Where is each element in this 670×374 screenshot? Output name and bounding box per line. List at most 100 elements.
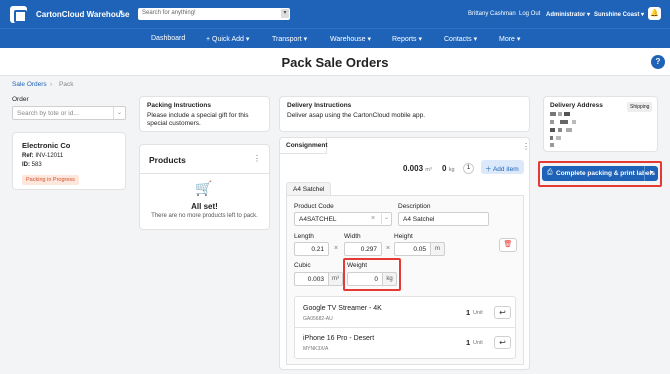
- cubic-label: Cubic: [294, 262, 311, 269]
- item-unit: Unit: [473, 310, 483, 316]
- order-card[interactable]: Electronic Co Ref: INV-12011 ID: 583 Pac…: [12, 132, 126, 190]
- nav-quick-add-label: + Quick Add: [206, 36, 244, 43]
- search-dropdown-button[interactable]: ▾: [281, 9, 289, 18]
- item-name: iPhone 16 Pro - Desert: [303, 335, 375, 342]
- delivery-address-card: Delivery Address Shipping: [543, 96, 658, 152]
- width-input[interactable]: 0.297: [344, 242, 382, 256]
- item-name: Google TV Streamer - 4K: [303, 305, 382, 312]
- app-switcher[interactable]: CartonCloud Warehouse: [36, 10, 129, 19]
- role-menu[interactable]: Administrator ▾: [546, 11, 590, 18]
- length-value: 0.21: [311, 246, 324, 253]
- order-ref-label: Ref:: [22, 153, 34, 159]
- tab-package-a4-satchel[interactable]: A4 Satchel: [286, 182, 331, 195]
- order-ref-value: INV-12011: [35, 153, 64, 159]
- multiply-icon: ×: [334, 245, 339, 252]
- role-label: Administrator: [546, 12, 586, 18]
- nav-warehouse-label: Warehouse: [330, 36, 366, 43]
- products-card: Products ⋮ 🛒 All set! There are no more …: [139, 144, 270, 230]
- package-items-list: Google TV Streamer - 4K GA05682-AU 1 Uni…: [294, 296, 516, 359]
- status-badge: Packing in Progress: [22, 175, 79, 185]
- nav-dashboard[interactable]: Dashboard: [151, 35, 185, 42]
- height-value: 0.05: [413, 246, 426, 253]
- tab-consignment[interactable]: Consignment: [280, 138, 328, 154]
- delivery-address-title: Delivery Address: [550, 102, 603, 109]
- delete-package-trash-icon[interactable]: 🗑: [499, 238, 517, 252]
- nav-quick-add[interactable]: + Quick Add ▾: [206, 35, 249, 43]
- list-item: Google TV Streamer - 4K GA05682-AU 1 Uni…: [295, 297, 515, 327]
- product-code-select[interactable]: A4SATCHEL × ⌄: [294, 212, 392, 226]
- kebab-menu-icon[interactable]: ⋮: [253, 154, 261, 163]
- return-item-button[interactable]: ↩: [494, 306, 511, 319]
- kebab-menu-icon[interactable]: ⋮: [522, 142, 530, 151]
- products-title: Products: [149, 155, 186, 165]
- width-value: 0.297: [360, 246, 377, 253]
- main-nav: Dashboard + Quick Add ▾ Transport ▾ Ware…: [0, 28, 670, 48]
- order-ref: Ref: INV-12011: [22, 153, 63, 159]
- empty-text: There are no more products left to pack.: [151, 213, 258, 219]
- shipping-badge: Shipping: [627, 102, 653, 112]
- clear-icon[interactable]: ×: [371, 215, 375, 222]
- global-search-input[interactable]: Search for anything! ▾: [138, 8, 290, 20]
- location-menu[interactable]: Sunshine Coast ▾: [594, 11, 644, 18]
- cubic-total-value: 0.003: [403, 164, 424, 173]
- cubic-input[interactable]: 0.003: [294, 272, 329, 286]
- add-item-button[interactable]: ＋ Add item: [481, 160, 524, 174]
- length-label: Length: [294, 233, 314, 240]
- chevron-down-icon[interactable]: ▼: [118, 10, 124, 16]
- order-search-input[interactable]: Search by tote or id... ⌄: [12, 106, 126, 120]
- package-count-badge: 1: [463, 163, 474, 174]
- empty-title: All set!: [191, 202, 218, 211]
- item-qty: 1: [466, 338, 471, 347]
- weight-total-value: 0: [442, 164, 447, 173]
- description-value: A4 Satchel: [403, 216, 435, 223]
- redacted-address-image: [550, 112, 576, 147]
- nav-contacts[interactable]: Contacts ▾: [444, 35, 477, 43]
- delivery-instructions-text: Deliver asap using the CartonCloud mobil…: [287, 112, 426, 119]
- order-id: ID: 583: [22, 162, 42, 168]
- complete-packing-button[interactable]: ⎙ Complete packing & print labels ▾: [542, 166, 658, 181]
- nav-transport[interactable]: Transport ▾: [272, 35, 307, 43]
- user-name[interactable]: Brittany Cashman: [468, 11, 516, 17]
- item-unit: Unit: [473, 340, 483, 346]
- order-id-value: 583: [31, 162, 42, 168]
- consignment-weight-total: 0 kg: [442, 164, 455, 173]
- order-customer: Electronic Co: [22, 141, 71, 150]
- packing-instructions-card: Packing Instructions Please include a sp…: [139, 96, 270, 132]
- nav-reports[interactable]: Reports ▾: [392, 35, 422, 43]
- chevron-down-icon[interactable]: ⌄: [381, 214, 389, 224]
- product-code-label: Product Code: [294, 203, 334, 210]
- nav-more[interactable]: More ▾: [499, 35, 520, 43]
- return-item-button[interactable]: ↩: [494, 336, 511, 349]
- trolley-icon: 🛒: [195, 180, 213, 196]
- description-label: Description: [398, 203, 431, 210]
- delivery-instructions-card: Delivery Instructions Deliver asap using…: [279, 96, 530, 132]
- logout-link[interactable]: Log Out: [519, 11, 540, 17]
- nav-contacts-label: Contacts: [444, 36, 472, 43]
- nav-more-label: More: [499, 36, 515, 43]
- breadcrumb-separator-icon: ›: [50, 81, 53, 88]
- breadcrumb-sale-orders[interactable]: Sale Orders: [12, 81, 47, 88]
- consignment-cubic-total: 0.003 m³: [403, 164, 432, 173]
- page-title: Pack Sale Orders: [281, 55, 389, 70]
- length-input[interactable]: 0.21: [294, 242, 329, 256]
- description-input[interactable]: A4 Satchel: [398, 212, 489, 226]
- list-item: iPhone 16 Pro - Desert MYNK3X/A 1 Unit ↩: [295, 328, 515, 358]
- item-sku: MYNK3X/A: [303, 346, 329, 352]
- logo[interactable]: [10, 6, 27, 23]
- packing-instructions-text: Please include a special gift for this s…: [147, 112, 249, 127]
- height-input[interactable]: 0.05: [394, 242, 431, 256]
- printer-icon: ⎙: [547, 169, 553, 176]
- chevron-down-icon[interactable]: ▾: [644, 166, 658, 181]
- packing-instructions-title: Packing Instructions: [147, 102, 211, 109]
- nav-warehouse[interactable]: Warehouse ▾: [330, 35, 371, 43]
- consignment-card: Consignment ⋮ 0.003 m³ 0 kg 1 ＋ Add item…: [279, 137, 530, 370]
- weight-highlight: [343, 258, 401, 291]
- product-code-value: A4SATCHEL: [299, 216, 337, 223]
- weight-total-unit: kg: [448, 167, 455, 173]
- notifications-bell-icon[interactable]: 🔔: [648, 7, 661, 20]
- item-sku: GA05682-AU: [303, 316, 333, 322]
- dimension-unit: m: [431, 242, 445, 256]
- chevron-down-icon[interactable]: ⌄: [113, 107, 125, 119]
- help-icon[interactable]: ?: [651, 55, 665, 69]
- delivery-instructions-title: Delivery Instructions: [287, 102, 352, 109]
